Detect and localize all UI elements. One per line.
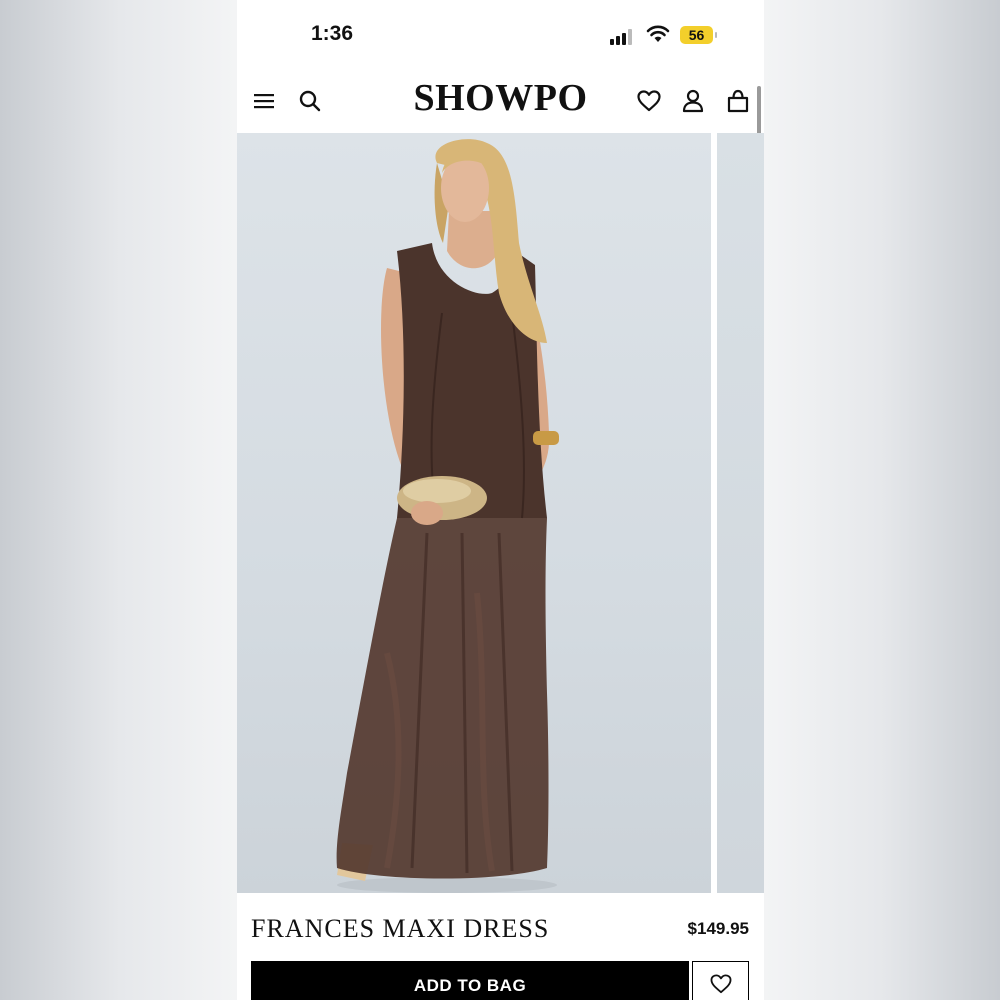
product-image[interactable] bbox=[237, 133, 711, 893]
product-name: FRANCES MAXI DRESS bbox=[251, 914, 550, 943]
account-icon[interactable] bbox=[678, 86, 708, 116]
wishlist-button[interactable] bbox=[692, 961, 749, 1000]
wifi-icon bbox=[646, 25, 670, 43]
battery-icon: 56 bbox=[680, 26, 717, 44]
heart-icon[interactable] bbox=[634, 86, 664, 116]
add-to-bag-button[interactable]: ADD TO BAG bbox=[251, 961, 689, 1000]
model-figure bbox=[336, 139, 559, 893]
bag-icon[interactable] bbox=[723, 86, 753, 116]
heart-icon bbox=[710, 973, 732, 999]
cellular-signal-icon bbox=[610, 29, 636, 45]
next-product-image[interactable] bbox=[717, 133, 764, 893]
product-price: $149.95 bbox=[687, 919, 749, 938]
phone-screen: 1:36 56 SHOWPO FRANCES MAXI DRESS $149.9… bbox=[237, 0, 764, 1000]
site-header: SHOWPO bbox=[237, 72, 764, 130]
status-time: 1:36 bbox=[311, 22, 354, 45]
